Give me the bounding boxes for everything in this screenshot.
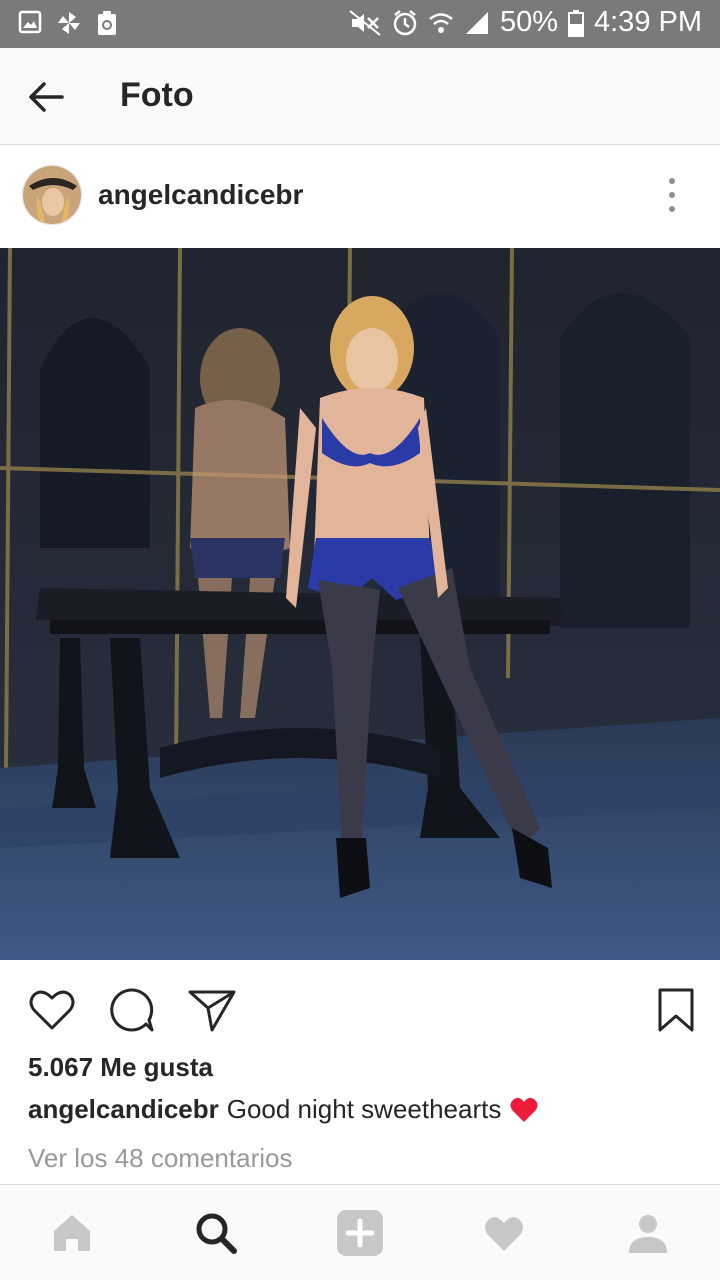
wifi-icon xyxy=(429,12,453,33)
status-right: 50% 4:39 PM xyxy=(348,6,702,39)
red-heart-emoji-icon xyxy=(510,1097,538,1122)
nav-search[interactable] xyxy=(190,1207,242,1259)
avatar[interactable] xyxy=(22,165,82,225)
image-icon xyxy=(18,10,42,34)
pinwheel-icon xyxy=(58,12,80,34)
status-bar: 50% 4:39 PM xyxy=(0,0,720,48)
more-vertical-icon xyxy=(669,178,675,212)
page-title: Foto xyxy=(120,76,194,114)
view-comments-link[interactable]: Ver los 48 comentarios xyxy=(28,1143,292,1174)
profile-icon xyxy=(629,1215,667,1253)
nav-profile[interactable] xyxy=(622,1207,674,1259)
status-left-icons xyxy=(18,10,118,36)
like-button[interactable] xyxy=(26,984,78,1036)
post-caption: angelcandicebr Good night sweethearts xyxy=(28,1094,539,1125)
heart-icon xyxy=(29,990,75,1030)
top-app-bar: Foto xyxy=(0,48,720,145)
post-username[interactable]: angelcandicebr xyxy=(98,179,303,211)
nav-home[interactable] xyxy=(46,1207,98,1259)
comment-icon xyxy=(110,988,154,1032)
arrow-left-icon xyxy=(29,82,64,112)
likes-count[interactable]: 5.067 Me gusta xyxy=(28,1052,213,1083)
more-options-button[interactable] xyxy=(656,175,688,215)
signal-icon xyxy=(465,11,488,34)
comment-button[interactable] xyxy=(106,984,158,1036)
bookmark-icon xyxy=(658,988,694,1032)
add-post-icon xyxy=(337,1210,383,1256)
caption-text: Good night sweethearts xyxy=(226,1094,502,1124)
share-icon xyxy=(188,990,236,1032)
status-time: 4:39 PM xyxy=(594,6,702,38)
nav-add-post[interactable] xyxy=(334,1207,386,1259)
alarm-icon xyxy=(393,9,417,35)
post-header: angelcandicebr xyxy=(0,145,720,248)
photo-illustration xyxy=(0,248,720,960)
caption-username[interactable]: angelcandicebr xyxy=(28,1094,219,1125)
back-button[interactable] xyxy=(24,74,70,120)
share-button[interactable] xyxy=(186,984,238,1036)
nav-activity[interactable] xyxy=(478,1207,530,1259)
bottom-navigation xyxy=(0,1184,720,1280)
battery-icon xyxy=(568,9,584,37)
battery-percent: 50% xyxy=(499,6,558,38)
save-button[interactable] xyxy=(650,984,702,1036)
search-icon xyxy=(196,1213,237,1254)
avatar-image xyxy=(23,166,81,224)
activity-heart-icon xyxy=(485,1217,523,1251)
recycle-clipboard-icon xyxy=(98,11,116,35)
post-photo[interactable] xyxy=(0,248,720,960)
mute-icon xyxy=(349,9,381,36)
post-actions xyxy=(0,960,720,1050)
home-icon xyxy=(54,1215,90,1251)
